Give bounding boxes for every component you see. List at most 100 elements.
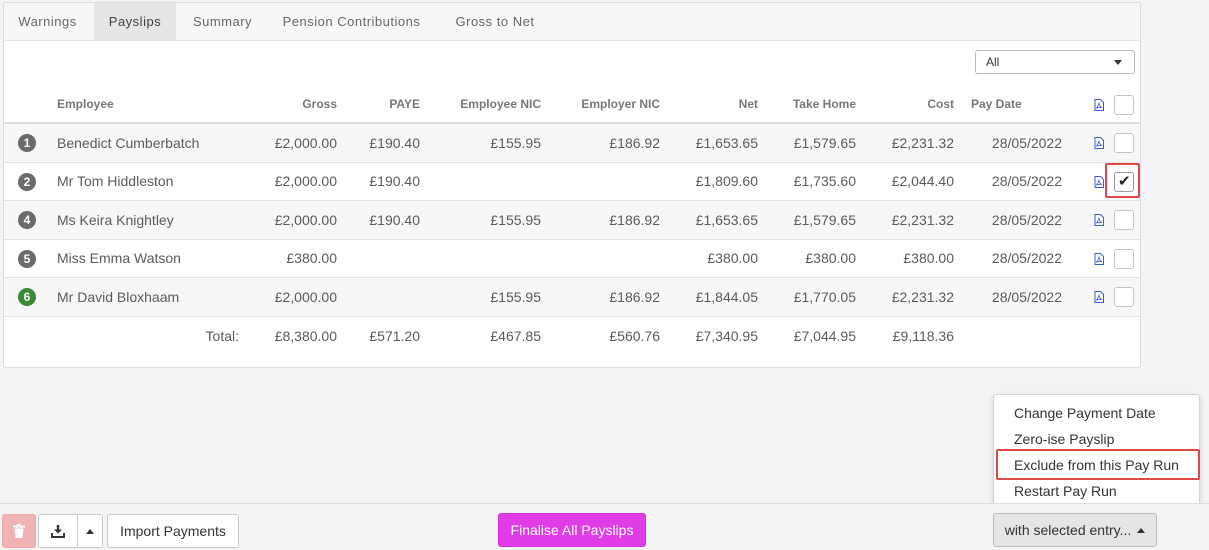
employee-name[interactable]: Benedict Cumberbatch	[57, 124, 199, 162]
table-row[interactable]: 6 Mr David Bloxhaam £2,000.00 £155.95 £186.9…	[4, 278, 1140, 317]
cell-gross: £380.00	[286, 250, 337, 267]
pdf-icon[interactable]	[1094, 99, 1104, 111]
header-employer-nic[interactable]: Employer NIC	[544, 86, 660, 122]
pdf-icon[interactable]	[1094, 252, 1104, 265]
row-number-badge: 2	[18, 172, 36, 191]
menu-item-restart-pay-run[interactable]: Restart Pay Run	[1014, 478, 1117, 504]
row-checkbox[interactable]	[1114, 210, 1134, 231]
cell-take-home: £1,735.60	[793, 173, 856, 190]
filter-select[interactable]: All	[975, 50, 1135, 74]
table-row[interactable]: 4 Ms Keira Knightley £2,000.00 £190.40 £155.…	[4, 201, 1140, 240]
filter-selected-value: All	[986, 55, 1000, 69]
cell-cost: £2,044.40	[891, 173, 954, 190]
pdf-icon[interactable]	[1094, 137, 1104, 150]
cell-employer-nic: £186.92	[609, 134, 660, 151]
cell-gross: £2,000.00	[274, 288, 337, 305]
cell-net: £1,844.05	[695, 288, 758, 305]
cell-gross: £2,000.00	[274, 134, 337, 151]
cell-cost: £380.00	[903, 250, 954, 267]
table-row[interactable]: 2 Mr Tom Hiddleston £2,000.00 £190.40 £1,809…	[4, 163, 1140, 201]
tab-warnings[interactable]: Warnings	[4, 3, 91, 40]
employee-name[interactable]: Mr David Bloxhaam	[57, 278, 179, 316]
cell-paye	[344, 278, 420, 316]
caret-up-icon	[86, 528, 94, 534]
total-employer-nic: £560.76	[609, 328, 660, 344]
header-gross[interactable]: Gross	[234, 86, 337, 122]
cell-cost: £2,231.32	[891, 134, 954, 151]
with-selected-entry-button[interactable]: with selected entry...	[993, 513, 1157, 547]
cell-paye: £190.40	[369, 211, 420, 228]
cell-pay-date: 28/05/2022	[991, 250, 1062, 267]
header-employee[interactable]: Employee	[57, 86, 114, 122]
employee-name[interactable]: Ms Keira Knightley	[57, 201, 174, 239]
row-number-badge: 5	[18, 249, 36, 268]
caret-up-icon	[1137, 527, 1146, 533]
with-selected-menu: Change Payment Date Zero-ise Payslip Exc…	[993, 394, 1200, 510]
cell-employer-nic	[544, 240, 660, 278]
chevron-down-icon	[1114, 60, 1122, 65]
header-cost[interactable]: Cost	[864, 86, 954, 122]
table-row[interactable]: 1 Benedict Cumberbatch £2,000.00 £190.40 £15…	[4, 124, 1140, 163]
tab-pension-contributions[interactable]: Pension Contributions	[269, 3, 434, 40]
download-icon	[51, 525, 65, 538]
download-options-button[interactable]	[77, 514, 103, 548]
cell-pay-date: 28/05/2022	[991, 173, 1062, 190]
employee-name[interactable]: Miss Emma Watson	[57, 240, 181, 278]
row-checkbox[interactable]	[1114, 248, 1134, 269]
cell-net: £380.00	[707, 250, 758, 267]
totals-row: Total: £8,380.00 £571.20 £467.85 £560.76…	[4, 317, 1140, 355]
cell-gross: £2,000.00	[274, 173, 337, 190]
cell-employer-nic	[544, 163, 660, 201]
pdf-icon[interactable]	[1094, 214, 1104, 227]
cell-paye	[344, 240, 420, 278]
employee-name[interactable]: Mr Tom Hiddleston	[57, 163, 173, 201]
cell-take-home: £380.00	[805, 250, 856, 267]
cell-paye: £190.40	[369, 134, 420, 151]
menu-item-zero-ise-payslip[interactable]: Zero-ise Payslip	[1014, 426, 1114, 452]
finalise-all-payslips-button[interactable]: Finalise All Payslips	[498, 513, 646, 547]
table-row[interactable]: 5 Miss Emma Watson £380.00 £380.00 £380.00 £3…	[4, 240, 1140, 278]
cell-employee-nic: £155.95	[490, 134, 541, 151]
cell-net: £1,653.65	[695, 211, 758, 228]
cell-paye: £190.40	[369, 173, 420, 190]
select-all-checkbox[interactable]	[1114, 95, 1134, 115]
header-employee-nic[interactable]: Employee NIC	[424, 86, 541, 122]
header-net[interactable]: Net	[664, 86, 758, 122]
footer-bar: Import Payments Finalise All Payslips wi…	[0, 503, 1209, 550]
row-checkbox[interactable]: ✔	[1114, 171, 1134, 192]
cell-employee-nic	[424, 240, 541, 278]
total-net: £7,340.95	[695, 328, 758, 344]
download-button[interactable]	[38, 514, 78, 548]
pdf-icon[interactable]	[1094, 175, 1104, 188]
tab-payslips[interactable]: Payslips	[94, 3, 176, 40]
cell-net: £1,809.60	[695, 173, 758, 190]
total-paye: £571.20	[369, 328, 420, 344]
row-checkbox[interactable]	[1114, 287, 1134, 308]
header-paye[interactable]: PAYE	[344, 86, 420, 122]
cell-gross: £2,000.00	[274, 211, 337, 228]
cell-net: £1,653.65	[695, 134, 758, 151]
totals-label: Total:	[205, 328, 239, 344]
tab-summary[interactable]: Summary	[179, 3, 266, 40]
row-number-badge: 1	[18, 134, 36, 153]
import-payments-button[interactable]: Import Payments	[107, 514, 239, 548]
cell-take-home: £1,579.65	[793, 211, 856, 228]
cell-take-home: £1,770.05	[793, 288, 856, 305]
delete-button[interactable]	[2, 514, 36, 548]
total-cost: £9,118.36	[892, 328, 954, 344]
pdf-icon[interactable]	[1094, 291, 1104, 304]
row-number-badge: 4	[18, 211, 36, 230]
with-selected-label: with selected entry...	[1004, 522, 1132, 538]
cell-cost: £2,231.32	[891, 288, 954, 305]
tab-bar: Warnings Payslips Summary Pension Contri…	[4, 3, 1140, 41]
cell-take-home: £1,579.65	[793, 134, 856, 151]
total-employee-nic: £467.85	[490, 328, 541, 344]
cell-pay-date: 28/05/2022	[991, 211, 1062, 228]
header-take-home[interactable]: Take Home	[764, 86, 856, 122]
tab-gross-to-net[interactable]: Gross to Net	[437, 3, 553, 40]
cell-employee-nic: £155.95	[490, 211, 541, 228]
menu-item-exclude-from-pay-run[interactable]: Exclude from this Pay Run	[1014, 452, 1179, 478]
row-checkbox[interactable]	[1114, 133, 1134, 154]
header-pay-date[interactable]: Pay Date	[971, 86, 1022, 122]
menu-item-change-payment-date[interactable]: Change Payment Date	[1014, 400, 1156, 426]
